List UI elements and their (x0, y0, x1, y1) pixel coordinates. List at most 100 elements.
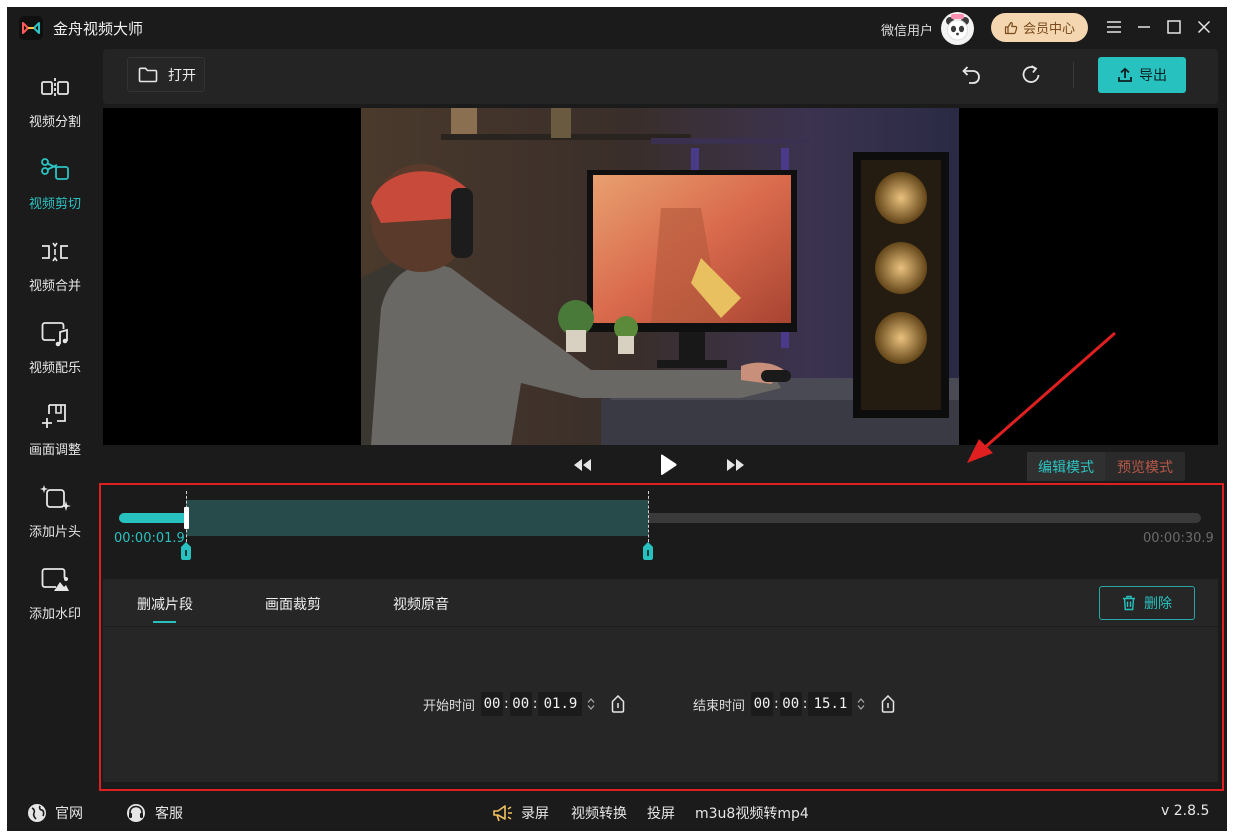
current-time: 00:00:01.9 (114, 531, 185, 546)
mode-switch: 编辑模式 预览模式 (1027, 452, 1185, 481)
video-frame (361, 108, 959, 445)
total-time: 00:00:30.9 (1143, 531, 1214, 546)
thumbs-up-icon (1004, 21, 1018, 34)
panda-avatar-icon (941, 12, 974, 45)
globe-icon (28, 804, 46, 822)
chevron-up-icon (857, 698, 865, 703)
minimize-button[interactable] (1133, 16, 1155, 38)
sidebar-item-music[interactable]: 视频配乐 (7, 305, 103, 383)
sidebar-item-merge[interactable]: 视频合并 (7, 223, 103, 301)
playhead[interactable] (184, 507, 190, 529)
tab-trim-segment[interactable]: 删减片段 (137, 594, 193, 614)
start-seconds-field[interactable]: 01.9 (538, 692, 583, 716)
website-label: 官网 (55, 806, 83, 822)
rewind-button[interactable] (571, 455, 593, 475)
tab-crop-frame[interactable]: 画面裁剪 (265, 594, 321, 614)
start-hours-field[interactable]: 00 (481, 692, 504, 716)
delete-button[interactable]: 删除 (1099, 586, 1195, 620)
image-icon (38, 563, 72, 597)
merge-icon (38, 235, 72, 269)
end-minutes-field[interactable]: 00 (779, 692, 802, 716)
preview-mode-button[interactable]: 预览模式 (1105, 452, 1185, 481)
play-button[interactable] (657, 454, 679, 475)
title-bar: 金舟视频大师 微信用户 会员中心 (7, 7, 1227, 49)
redo-button[interactable] (1019, 63, 1043, 87)
maximize-button[interactable] (1163, 16, 1185, 38)
marker-pin-icon (612, 695, 625, 713)
start-minutes-field[interactable]: 00 (509, 692, 532, 716)
scissors-icon (38, 153, 72, 187)
avatar[interactable] (941, 12, 974, 45)
export-button[interactable]: 导出 (1098, 57, 1186, 93)
sidebar-item-label: 视频分割 (28, 115, 81, 130)
support-link[interactable]: 客服 (125, 803, 183, 823)
sidebar-item-split[interactable]: 视频分割 (7, 59, 103, 137)
user-name[interactable]: 微信用户 (881, 20, 933, 39)
active-tab-indicator (153, 621, 176, 623)
open-button[interactable]: 打开 (127, 57, 205, 92)
sidebar-item-intro[interactable]: 添加片头 (7, 469, 103, 547)
played-progress (119, 513, 187, 523)
undo-button[interactable] (959, 63, 983, 87)
chevron-up-icon (587, 698, 595, 703)
toolbar: 打开 导出 (103, 49, 1218, 104)
cast-screen-link[interactable]: 投屏 (647, 803, 675, 823)
vip-center-button[interactable]: 会员中心 (991, 13, 1088, 42)
chevron-down-icon (857, 705, 865, 710)
sparkle-icon (38, 481, 72, 515)
record-link[interactable]: 录屏 (491, 803, 549, 823)
music-icon (38, 317, 72, 351)
playback-bar: 编辑模式 预览模式 (103, 445, 1218, 485)
time-colon: : (504, 696, 509, 712)
timeline[interactable]: 00:00:01.9 00:00:30.9 (103, 486, 1218, 578)
tab-original-audio[interactable]: 视频原音 (393, 594, 449, 614)
time-colon: : (532, 696, 538, 712)
end-seconds-field[interactable]: 15.1 (808, 692, 853, 716)
m3u8-convert-link[interactable]: m3u8视频转mp4 (695, 803, 809, 823)
toolbar-divider (1073, 62, 1074, 88)
headset-icon (127, 804, 145, 822)
end-hours-field[interactable]: 00 (751, 692, 774, 716)
sidebar-item-adjust[interactable]: 画面调整 (7, 387, 103, 465)
start-time-stepper[interactable] (584, 692, 598, 716)
set-end-marker-button[interactable] (880, 694, 896, 714)
range-end-line (648, 491, 650, 547)
sidebar-item-watermark[interactable]: 添加水印 (7, 551, 103, 629)
support-label: 客服 (155, 806, 183, 822)
end-time-stepper[interactable] (854, 692, 868, 716)
split-icon (38, 71, 72, 105)
trash-icon (1123, 595, 1135, 611)
rewind-icon (574, 459, 591, 471)
video-preview (103, 108, 1218, 445)
undo-icon (962, 66, 980, 84)
time-colon: : (774, 696, 779, 712)
sidebar-item-label: 画面调整 (28, 443, 81, 458)
set-start-marker-button[interactable] (610, 694, 626, 714)
fast-forward-button[interactable] (725, 455, 747, 475)
maximize-icon (1167, 20, 1181, 34)
redo-icon (1022, 65, 1040, 83)
play-icon (661, 454, 677, 475)
vip-center-label: 会员中心 (1022, 22, 1075, 37)
video-convert-link[interactable]: 视频转换 (571, 803, 627, 823)
edit-mode-button[interactable]: 编辑模式 (1027, 452, 1105, 481)
sidebar-item-label: 添加片头 (28, 525, 81, 540)
minimize-icon (1138, 26, 1150, 28)
range-end-handle[interactable] (642, 542, 654, 560)
close-icon (1197, 20, 1211, 34)
fast-forward-icon (727, 459, 744, 471)
sidebar-item-cut[interactable]: 视频剪切 (7, 141, 103, 219)
sidebar-item-label: 视频剪切 (28, 197, 81, 212)
app-logo-icon (19, 16, 43, 40)
cast-screen-label: 投屏 (647, 806, 675, 822)
menu-button[interactable] (1103, 16, 1125, 38)
end-time-label: 结束时间 (693, 698, 746, 714)
megaphone-icon (493, 805, 512, 822)
close-button[interactable] (1193, 16, 1215, 38)
app-window: 金舟视频大师 微信用户 会员中心 视频分割 视频剪切 视频合并 视频配乐 画面调… (7, 7, 1227, 831)
export-label: 导出 (1139, 68, 1167, 84)
sidebar-item-label: 视频合并 (28, 279, 81, 294)
crop-icon (38, 399, 72, 433)
m3u8-convert-label: m3u8视频转mp4 (695, 806, 809, 822)
website-link[interactable]: 官网 (27, 803, 83, 823)
